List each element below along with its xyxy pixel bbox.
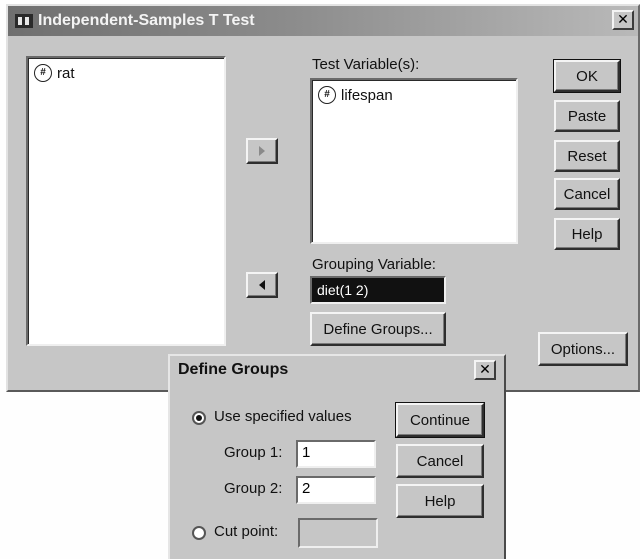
grouping-variable-field[interactable]: diet(1 2): [310, 276, 446, 304]
cut-point-radio[interactable]: [192, 526, 206, 540]
title-bar[interactable]: Independent-Samples T Test ✕: [8, 6, 638, 36]
define-groups-title-bar[interactable]: Define Groups ✕: [170, 356, 504, 384]
define-groups-title: Define Groups: [178, 361, 289, 378]
window-title: Independent-Samples T Test: [38, 12, 255, 29]
variable-label: lifespan: [341, 86, 393, 104]
cut-point-input[interactable]: [298, 518, 378, 548]
define-groups-button[interactable]: Define Groups...: [310, 312, 446, 346]
scale-variable-icon: #: [34, 64, 52, 82]
move-to-grouping-variable-button[interactable]: [246, 272, 278, 298]
cancel-button[interactable]: Cancel: [554, 178, 620, 210]
define-groups-close-button[interactable]: ✕: [474, 360, 496, 380]
options-button[interactable]: Options...: [538, 332, 628, 366]
list-item[interactable]: # rat: [34, 64, 75, 82]
define-groups-help-button[interactable]: Help: [396, 484, 484, 518]
radio-selected-dot: [196, 415, 202, 421]
reset-button[interactable]: Reset: [554, 140, 620, 172]
source-variable-list[interactable]: # rat: [26, 56, 226, 346]
define-groups-cancel-button[interactable]: Cancel: [396, 444, 484, 478]
spss-app-icon: [15, 14, 33, 28]
group2-label: Group 2:: [224, 480, 283, 497]
close-button[interactable]: ✕: [612, 10, 634, 30]
scale-variable-icon: #: [318, 86, 336, 104]
independent-samples-t-test-dialog: Independent-Samples T Test ✕ # rat Test …: [6, 4, 640, 392]
arrow-left-icon: [259, 280, 265, 290]
continue-button[interactable]: Continue: [395, 402, 485, 438]
grouping-variable-label: Grouping Variable:: [312, 256, 436, 273]
use-specified-values-radio[interactable]: [192, 411, 206, 425]
paste-button[interactable]: Paste: [554, 100, 620, 132]
group1-input[interactable]: 1: [296, 440, 376, 468]
help-button[interactable]: Help: [554, 218, 620, 250]
move-to-test-variable-button[interactable]: [246, 138, 278, 164]
list-item[interactable]: # lifespan: [318, 86, 393, 104]
close-icon: ✕: [479, 361, 491, 377]
close-icon: ✕: [617, 11, 629, 27]
test-variables-label: Test Variable(s):: [312, 56, 420, 73]
use-specified-values-label: Use specified values: [214, 408, 352, 425]
define-groups-dialog: Define Groups ✕ Use specified values Gro…: [168, 354, 506, 559]
arrow-right-icon: [259, 146, 265, 156]
cut-point-label: Cut point:: [214, 523, 279, 540]
test-variables-list[interactable]: # lifespan: [310, 78, 518, 244]
group2-input[interactable]: 2: [296, 476, 376, 504]
group1-label: Group 1:: [224, 444, 283, 461]
variable-label: rat: [57, 64, 75, 82]
ok-button[interactable]: OK: [553, 59, 621, 93]
